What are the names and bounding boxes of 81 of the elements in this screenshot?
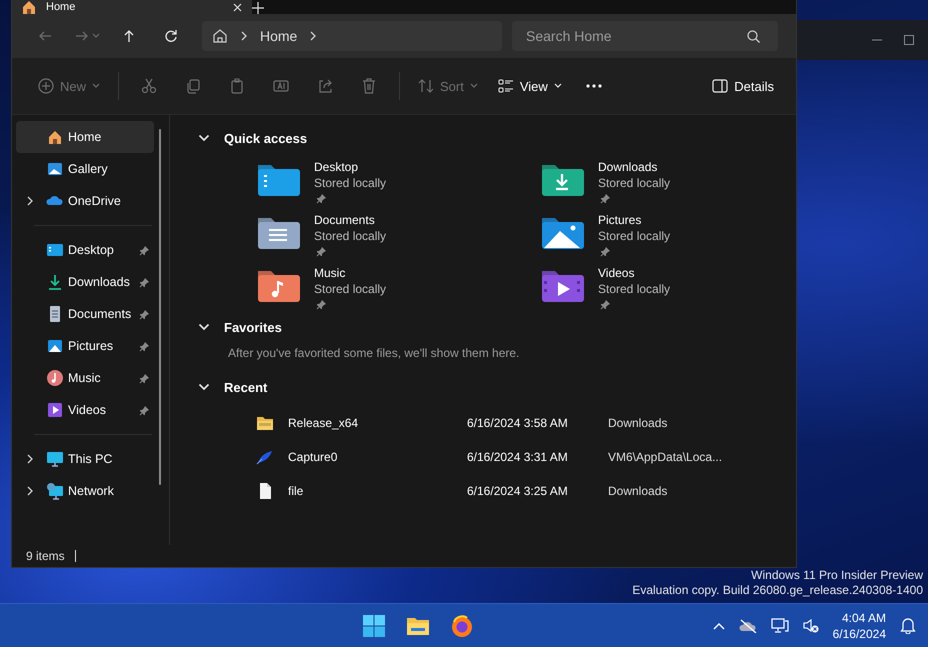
back-arrow-icon	[38, 29, 52, 43]
sidebar-item[interactable]: Documents	[16, 298, 154, 330]
sort-arrows-icon	[418, 78, 434, 94]
download-arrow-icon	[46, 273, 64, 291]
recent-file-row[interactable]: Release_x64 6/16/2024 3:58 AM Downloads	[256, 406, 796, 440]
scissors-icon	[141, 78, 158, 94]
clock[interactable]: 4:04 AM 6/16/2024	[832, 610, 886, 642]
dropdown-caret-icon	[92, 83, 100, 89]
close-icon[interactable]	[233, 2, 242, 12]
scrollbar[interactable]	[159, 129, 161, 485]
picture-icon	[46, 337, 64, 355]
zipped-folder-icon	[256, 414, 274, 432]
dropdown-caret-icon	[470, 83, 478, 89]
music-note-icon	[46, 369, 64, 387]
dropdown-caret-icon	[554, 83, 562, 89]
network-monitor-icon	[46, 482, 64, 500]
sidebar-item[interactable]: Music	[16, 362, 154, 394]
section-header[interactable]: Favorites	[198, 316, 282, 338]
watermark-edition: Windows 11 Pro Insider Preview	[751, 568, 923, 583]
house-icon	[46, 128, 64, 146]
window-tab[interactable]: Home	[12, 0, 252, 14]
new-tab-icon[interactable]	[252, 2, 264, 14]
recent-file-row[interactable]: Capture0 6/16/2024 3:31 AM VM6\AppData\Loca...	[256, 440, 796, 474]
forward-arrow-icon	[74, 29, 88, 43]
view-button[interactable]: View	[490, 70, 570, 102]
sidebar-item[interactable]: Desktop	[16, 234, 154, 266]
sidebar-item[interactable]: Network	[16, 475, 154, 507]
dropdown-caret-icon	[92, 33, 100, 39]
section-header[interactable]: Recent	[198, 376, 268, 398]
sidebar-item[interactable]: This PC	[16, 443, 154, 475]
copy-icon	[185, 78, 202, 94]
recent-file-row[interactable]: file 6/16/2024 3:25 AM Downloads	[256, 474, 796, 508]
details-button[interactable]: Details	[704, 70, 782, 102]
up-arrow-icon	[122, 29, 136, 43]
refresh-icon	[164, 29, 178, 43]
house-outline-icon	[212, 28, 228, 44]
monitor-icon	[46, 450, 64, 468]
folder-tile[interactable]: Downloads Stored locally	[540, 159, 780, 204]
folder-tile[interactable]: Pictures Stored locally	[540, 212, 780, 257]
cloud-off-icon[interactable]	[738, 618, 757, 632]
section-header[interactable]: Quick access	[198, 127, 308, 149]
sidebar-item[interactable]: Gallery	[16, 153, 154, 185]
bell-icon[interactable]	[900, 617, 916, 634]
chevron-right-icon	[240, 31, 248, 41]
desktop-folder-icon	[46, 241, 64, 259]
details-pane-icon	[712, 78, 728, 94]
chevron-up-icon[interactable]	[712, 622, 725, 630]
sidebar-item[interactable]: OneDrive	[16, 185, 154, 217]
speaker-muted-icon[interactable]	[802, 618, 819, 634]
share-icon	[317, 78, 334, 94]
breadcrumb[interactable]: Home	[260, 28, 298, 44]
house-icon	[20, 0, 38, 14]
windows-logo-icon	[362, 614, 386, 638]
sidebar-item[interactable]: Pictures	[16, 330, 154, 362]
network-icon[interactable]	[770, 618, 789, 634]
rename-icon	[273, 78, 290, 94]
plus-circle-icon	[38, 78, 54, 94]
collapse-chevron-icon	[198, 322, 210, 332]
watermark-build: Evaluation copy. Build 26080.ge_release.240308-1400	[632, 583, 923, 598]
image-file-icon	[256, 448, 274, 466]
picture-icon	[46, 160, 64, 178]
sidebar-item[interactable]: Downloads	[16, 266, 154, 298]
item-count: 9 items	[26, 549, 65, 563]
maximize-icon[interactable]	[904, 35, 914, 45]
trash-icon	[361, 78, 378, 94]
address-bar[interactable]: Home	[202, 21, 502, 51]
empty-favorites-message: After you've favorited some files, we'll show them here.	[227, 345, 520, 362]
collapse-chevron-icon	[198, 382, 210, 392]
folder-tile[interactable]: Videos Stored locally	[540, 265, 780, 310]
sidebar-item[interactable]: Videos	[16, 394, 154, 426]
clipboard-icon	[229, 78, 246, 94]
folder-tile[interactable]: Documents Stored locally	[256, 212, 540, 257]
collapse-chevron-icon	[198, 134, 210, 142]
search-field[interactable]: Search Home	[512, 21, 778, 51]
folder-tile[interactable]: Desktop Stored locally	[256, 159, 540, 204]
sidebar-item[interactable]: Home	[16, 121, 154, 153]
folder-tile[interactable]: Music Stored locally	[256, 265, 540, 310]
video-icon	[46, 401, 64, 419]
search-icon	[747, 30, 760, 43]
chevron-right-icon	[309, 31, 318, 41]
list-view-icon	[498, 78, 514, 94]
